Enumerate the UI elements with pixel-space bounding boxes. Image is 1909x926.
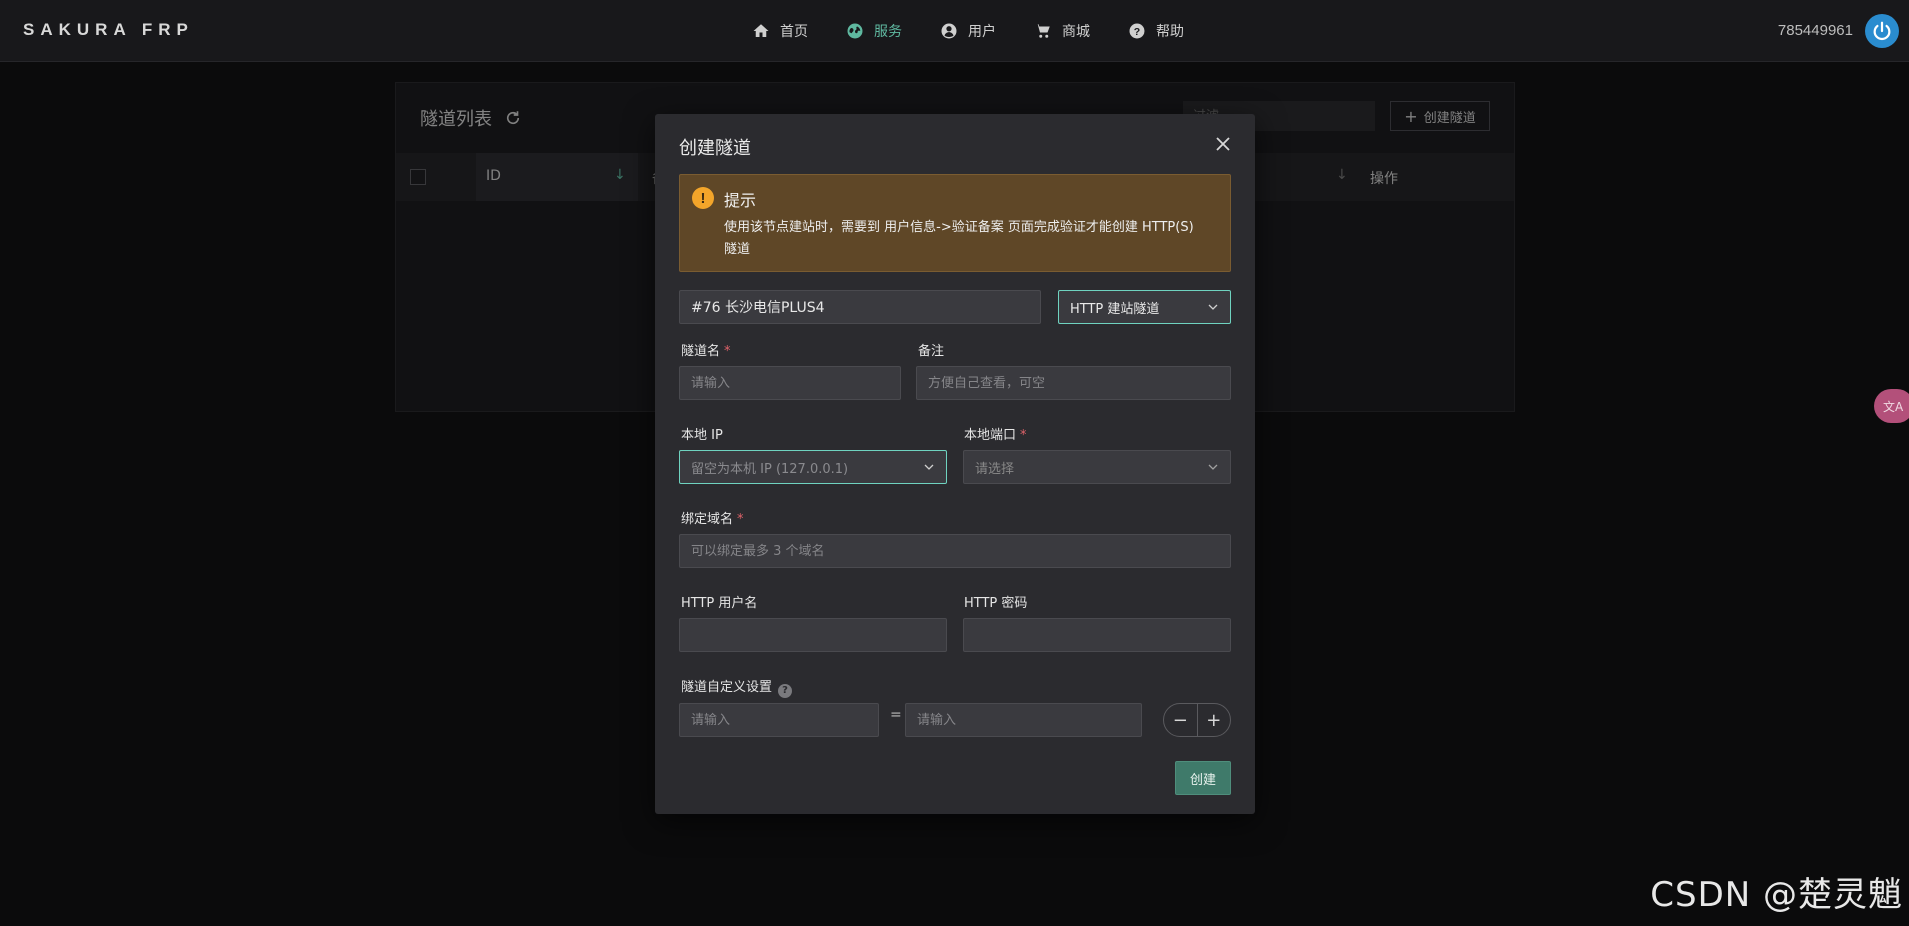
create-button[interactable]: 创建 <box>1175 761 1231 795</box>
nav-service-label: 服务 <box>874 24 902 40</box>
chevron-down-icon <box>1208 464 1218 470</box>
nav-item-shop[interactable]: 商城 <box>1034 18 1090 44</box>
chevron-down-icon <box>924 464 934 470</box>
alert-body: 使用该节点建站时，需要到 用户信息->验证备案 页面完成验证才能创建 HTTP(… <box>724 220 1194 257</box>
add-row-button[interactable]: + <box>1198 704 1231 736</box>
custom-row-stepper: − + <box>1163 703 1231 737</box>
domain-input[interactable] <box>679 534 1231 568</box>
http-user-label: HTTP 用户名 <box>681 596 758 611</box>
logout-button[interactable] <box>1865 14 1899 48</box>
main-nav: 首页 服务 用户 商城 ? 帮助 <box>752 18 1184 44</box>
equals-sign: = <box>890 707 902 723</box>
home-icon <box>753 24 769 37</box>
local-ip-label: 本地 IP <box>681 428 723 443</box>
http-user-input[interactable] <box>679 618 947 652</box>
nav-shop-label: 商城 <box>1062 24 1090 40</box>
nav-item-service[interactable]: 服务 <box>846 18 902 44</box>
dialog-title: 创建隧道 <box>679 138 751 159</box>
tunnel-type-value: HTTP 建站隧道 <box>1070 301 1160 317</box>
remove-row-button[interactable]: − <box>1164 704 1197 736</box>
tunnel-name-label: 隧道名 * <box>681 344 731 359</box>
tunnel-type-select[interactable]: HTTP 建站隧道 <box>1058 290 1231 324</box>
warning-alert: ! 提示 使用该节点建站时，需要到 用户信息->验证备案 页面完成验证才能创建 … <box>679 174 1231 272</box>
nav-home-label: 首页 <box>780 24 808 40</box>
user-id[interactable]: 785449961 <box>1778 22 1853 39</box>
custom-key-input[interactable] <box>679 703 879 737</box>
watermark: CSDN @楚灵魈 <box>1650 875 1903 915</box>
help-icon: ? <box>1129 23 1145 39</box>
svg-text:?: ? <box>1134 26 1140 38</box>
http-pass-label: HTTP 密码 <box>964 596 1028 611</box>
nav-user-label: 用户 <box>968 24 996 40</box>
local-port-placeholder: 请选择 <box>975 461 1015 477</box>
top-navbar: SAKURA FRP 首页 服务 用户 商城 ? 帮助 785449961 <box>0 0 1909 62</box>
translate-tab[interactable]: 文A <box>1874 389 1909 423</box>
local-ip-select[interactable]: 留空为本机 IP (127.0.0.1) <box>679 450 947 484</box>
alert-title: 提示 <box>724 191 757 210</box>
create-tunnel-dialog: 创建隧道 ! 提示 使用该节点建站时，需要到 用户信息->验证备案 页面完成验证… <box>655 114 1255 814</box>
local-port-select[interactable]: 请选择 <box>963 450 1231 484</box>
chevron-down-icon <box>1208 304 1218 310</box>
note-label: 备注 <box>918 344 945 359</box>
nav-item-home[interactable]: 首页 <box>752 18 808 44</box>
nav-item-help[interactable]: ? 帮助 <box>1128 18 1184 44</box>
node-value: #76 长沙电信PLUS4 <box>691 300 825 316</box>
custom-value-input[interactable] <box>905 703 1142 737</box>
local-port-label: 本地端口 * <box>964 428 1027 443</box>
nav-help-label: 帮助 <box>1156 24 1184 40</box>
cart-icon <box>1035 24 1050 38</box>
local-ip-placeholder: 留空为本机 IP (127.0.0.1) <box>691 461 849 477</box>
http-pass-input[interactable] <box>963 618 1231 652</box>
note-input[interactable] <box>916 366 1231 400</box>
nav-item-user[interactable]: 用户 <box>940 18 996 44</box>
help-icon[interactable]: ? <box>778 683 793 698</box>
user-icon <box>941 23 957 39</box>
tunnel-name-input[interactable] <box>679 366 901 400</box>
custom-settings-label: 隧道自定义设置? <box>681 676 793 698</box>
node-field[interactable]: #76 长沙电信PLUS4 <box>679 290 1041 324</box>
warning-icon: ! <box>692 187 714 209</box>
domain-label: 绑定域名 * <box>681 512 744 527</box>
globe-icon <box>847 23 863 39</box>
brand-logo[interactable]: SAKURA FRP <box>23 20 194 40</box>
power-icon <box>1873 21 1891 41</box>
close-icon[interactable] <box>1213 134 1233 154</box>
